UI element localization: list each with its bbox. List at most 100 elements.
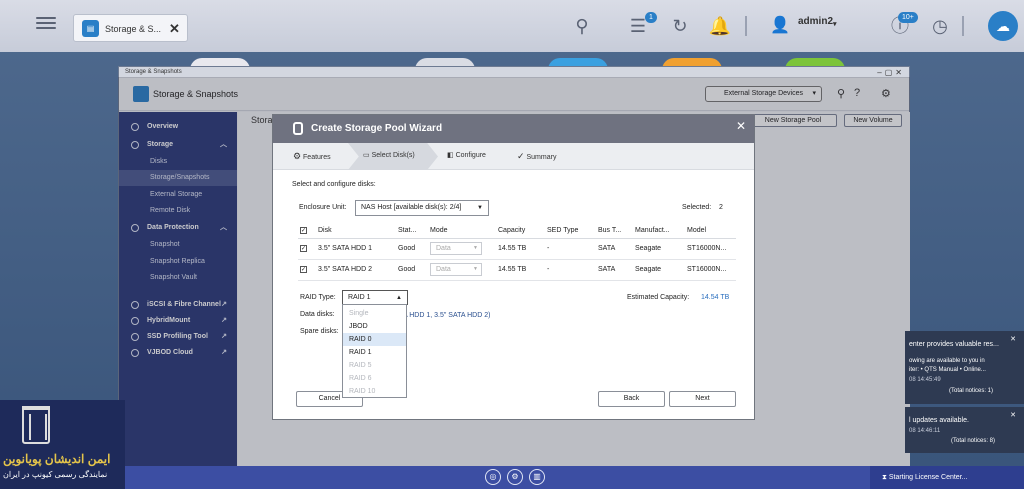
database-icon <box>293 122 303 135</box>
license-center-status[interactable]: ⧗ Starting License Center... <box>870 466 1024 489</box>
disk-bus-type: SATA <box>596 259 633 281</box>
estimated-capacity-value: 14.54 TB <box>701 294 730 301</box>
notification-card[interactable]: enter provides valuable res... ✕ owing a… <box>905 331 1024 404</box>
storage-app-icon: ▤ <box>82 20 99 37</box>
disk-model: ST16000N... <box>685 259 736 281</box>
user-icon[interactable]: 👤 <box>768 14 792 38</box>
step-select-disks: ▭ Select Disk(s) <box>363 151 415 159</box>
close-icon[interactable]: ✕ <box>1010 411 1016 419</box>
column-header[interactable]: Model <box>685 223 736 239</box>
main-menu-icon[interactable] <box>36 14 56 34</box>
disk-name: 3.5" SATA HDD 2 <box>316 259 396 281</box>
taskbar-app-icon[interactable]: ⚙ <box>507 469 523 485</box>
step-label: Features <box>303 154 331 161</box>
disk-mode-select: Data ▼ <box>428 259 496 281</box>
raid-type-menu: Single JBOD RAID 0 RAID 1 RAID 5 RAID 6 … <box>342 304 407 398</box>
wizard-header: Create Storage Pool Wizard ✕ <box>273 115 754 143</box>
raid-option-jbod[interactable]: JBOD <box>343 320 406 333</box>
table-header-row: ✓ Disk Stat... Mode Capacity SED Type Bu… <box>298 223 736 239</box>
column-header[interactable]: SED Type <box>545 223 596 239</box>
chevron-down-icon: ▼ <box>477 205 483 211</box>
chevron-down-icon: ▼ <box>473 266 478 272</box>
trash-icon[interactable] <box>22 406 50 444</box>
hourglass-icon: ⧗ <box>882 474 887 481</box>
step-label: Summary <box>526 154 557 161</box>
next-button[interactable]: Next <box>669 391 736 407</box>
chevron-up-icon: ▲ <box>396 295 402 301</box>
notification-total: (Total notices: 8) <box>951 438 996 444</box>
wizard-title: Create Storage Pool Wizard <box>311 123 443 134</box>
search-icon[interactable]: ⚲ <box>570 14 594 38</box>
step-features: ⚙ Features <box>293 151 331 162</box>
brand-title: ایمن اندیشان پویانوین <box>3 452 111 466</box>
disk-status: Good <box>396 259 428 281</box>
close-icon[interactable]: ✕ <box>1010 335 1016 343</box>
raid-type-value: RAID 1 <box>348 294 371 301</box>
disk-mode-select: Data ▼ <box>428 238 496 260</box>
selected-count: Selected: 2 <box>682 204 723 211</box>
close-tab-icon[interactable]: ✕ <box>169 21 180 37</box>
notification-time: 08 14:46:11 <box>909 428 941 434</box>
spare-disks-label: Spare disks: <box>300 328 339 335</box>
row-checkbox[interactable]: ✓ <box>298 259 316 281</box>
enclosure-unit-select[interactable]: NAS Host [available disk(s): 2/4] ▼ <box>355 200 489 216</box>
raid-type-select[interactable]: RAID 1 ▲ <box>342 290 408 305</box>
user-dropdown-icon[interactable]: ▾ <box>833 20 837 28</box>
resource-monitor-icon[interactable]: ◷ <box>928 14 952 38</box>
enclosure-unit-label: Enclosure Unit: <box>299 204 347 211</box>
cloud-icon[interactable]: ☁ <box>988 11 1018 41</box>
row-checkbox[interactable]: ✓ <box>298 238 316 260</box>
notifications-badge: 10+ <box>898 12 918 23</box>
column-header[interactable]: Stat... <box>396 223 428 239</box>
instruction-text: Select and configure disks: <box>292 181 376 188</box>
disk-model: ST16000N... <box>685 238 736 260</box>
disk-capacity: 14.55 TB <box>496 238 545 260</box>
window-small-title: Storage & Snapshots <box>125 69 182 75</box>
taskbar: ◎ ⚙ ▥ ⧗ Starting License Center... <box>0 466 1024 489</box>
column-header[interactable]: Disk <box>316 223 396 239</box>
notification-total: (Total notices: 1) <box>949 388 994 394</box>
chevron-down-icon: ▼ <box>473 245 478 251</box>
select-all-checkbox[interactable]: ✓ <box>298 223 316 239</box>
step-label: Configure <box>455 152 486 159</box>
selected-value: 2 <box>718 204 723 211</box>
column-header[interactable]: Mode <box>428 223 496 239</box>
column-header[interactable]: Manufact... <box>633 223 685 239</box>
data-disks-label: Data disks: <box>300 311 335 318</box>
column-header[interactable]: Capacity <box>496 223 545 239</box>
notification-bell-icon[interactable]: 🔔 <box>708 14 732 38</box>
back-button[interactable]: Back <box>598 391 665 407</box>
tasks-badge: 1 <box>645 12 657 23</box>
raid-option-raid0[interactable]: RAID 0 <box>343 333 406 346</box>
check-circle-icon: ✓ <box>517 151 525 161</box>
notification-line: iter: • QTS Manual • Online... <box>909 367 986 373</box>
close-icon[interactable]: ✕ <box>736 119 746 133</box>
notification-card[interactable]: l updates available. ✕ 08 14:46:11 (Tota… <box>905 407 1024 453</box>
raid-type-label: RAID Type: <box>300 294 336 301</box>
estimated-capacity-label: Estimated Capacity: <box>627 294 690 301</box>
app-tab-storage[interactable]: ▤ Storage & S... ✕ <box>73 14 188 42</box>
raid-option-raid10: RAID 10 <box>349 388 376 395</box>
disk-capacity: 14.55 TB <box>496 259 545 281</box>
raid-option-raid1[interactable]: RAID 1 <box>343 346 406 359</box>
column-header[interactable]: Bus T... <box>596 223 633 239</box>
wizard-steps: ⚙ Features ▭ Select Disk(s) ◧ Configure … <box>273 143 754 170</box>
mode-value: Data <box>436 245 451 252</box>
table-row[interactable]: ✓ 3.5" SATA HDD 1 Good Data ▼ 14.55 TB - … <box>298 238 736 260</box>
brand-subtitle: نمایندگی رسمی کیونپ در ایران <box>3 470 108 479</box>
enclosure-unit-value: NAS Host [available disk(s): 2/4] <box>361 204 462 211</box>
user-name[interactable]: admin2 <box>798 16 833 27</box>
notification-line: owing are available to you in <box>909 358 985 364</box>
sync-icon[interactable]: ↻ <box>668 14 692 38</box>
disk-icon: ▭ <box>363 152 370 159</box>
license-status-text: Starting License Center... <box>888 474 968 481</box>
table-row[interactable]: ✓ 3.5" SATA HDD 2 Good Data ▼ 14.55 TB - … <box>298 259 736 281</box>
taskbar-app-icon[interactable]: ◎ <box>485 469 501 485</box>
disk-manufacturer: Seagate <box>633 238 685 260</box>
divider <box>962 16 964 36</box>
step-configure: ◧ Configure <box>447 151 486 159</box>
notification-title: enter provides valuable res... <box>909 341 999 348</box>
selected-label: Selected: <box>682 204 712 211</box>
notification-time: 08 14:45:49 <box>909 377 941 383</box>
taskbar-app-icon[interactable]: ▥ <box>529 469 545 485</box>
